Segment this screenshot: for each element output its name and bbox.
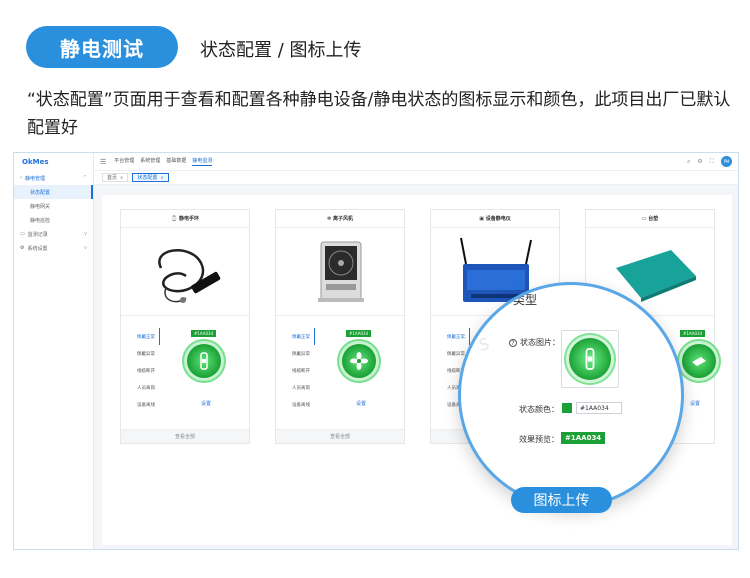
state-item[interactable]: 线缆断开	[292, 362, 315, 379]
tab-bar: 首页 × 状态配置 ×	[94, 171, 738, 185]
color-input[interactable]: #1AA034	[576, 402, 622, 414]
preview-badge: #1AA034	[561, 432, 606, 444]
top-nav: 平台管理 系统管理 基础数据 静电监测	[114, 157, 213, 166]
set-link[interactable]: 设置	[356, 400, 366, 407]
state-item[interactable]: 佩戴正常	[292, 328, 315, 345]
magnifier-partial-title: 类型	[513, 293, 538, 307]
sidebar-item-label: 状态配置	[30, 189, 51, 196]
state-item[interactable]: 线缆断开	[137, 362, 160, 379]
tab-home[interactable]: 首页 ×	[102, 173, 129, 182]
color-swatch[interactable]	[562, 403, 572, 413]
card-title: ▭ 台垫	[586, 210, 714, 228]
search-icon[interactable]: ⌕	[687, 158, 690, 166]
sidebar-group-system[interactable]: ⚙ 系统设置 v	[14, 241, 93, 255]
close-icon[interactable]: ×	[160, 175, 163, 180]
status-badge: #1AA034	[680, 330, 706, 337]
wrist-strap-image	[158, 249, 221, 303]
preview-label: 效果预览：	[519, 435, 559, 444]
meter-small-icon: ▣	[479, 215, 484, 222]
chevron-down-icon: v	[84, 231, 87, 237]
card-title-text: 台垫	[648, 216, 659, 222]
ion-fan-image	[318, 241, 364, 302]
sidebar-group-static[interactable]: ‹ 静电管理 ^	[14, 171, 93, 185]
monitor-icon: ▭	[20, 231, 25, 237]
card-title: ⌚ 静电手环	[121, 210, 249, 228]
chevron-up-icon: ^	[82, 175, 87, 181]
topbar-actions: ⌕ ⚙ ⛶ PM	[687, 156, 732, 167]
state-item[interactable]: 佩戴正常	[447, 328, 470, 345]
set-link[interactable]: 设置	[690, 400, 700, 407]
wrist-strap-status-icon	[569, 338, 611, 380]
top-nav-item[interactable]: 系统管理	[140, 157, 160, 166]
help-icon[interactable]: ?	[509, 339, 517, 347]
card-footer[interactable]: 查看全部	[276, 429, 404, 443]
description-text: “状态配置”页面用于查看和配置各种静电设备/静电状态的图标显示和颜色，此项目出厂…	[27, 90, 731, 138]
title-pill: 静电测试	[26, 26, 178, 68]
wrist-strap-small-icon: ⌚	[171, 215, 178, 222]
tab-label: 状态配置	[137, 175, 158, 181]
sidebar-group-label: 静电管理	[25, 175, 46, 182]
magnifier-overlay: 类型 S ? 状态图片： 状态颜色： #1AA034 效果预览： #1AA034	[458, 282, 684, 508]
mat-status-icon	[682, 344, 716, 378]
header-subtitle: 状态配置 / 图标上传	[200, 40, 362, 61]
fan-small-icon: ✻	[327, 215, 332, 222]
tab-label: 首页	[107, 175, 118, 181]
card-title-text: 离子风机	[332, 216, 353, 222]
avatar[interactable]: PM	[721, 156, 732, 167]
close-icon[interactable]: ×	[120, 175, 123, 180]
sidebar: OkMes ‹ 静电管理 ^ 状态配置 静电网关 静电巡检 ▭ 监测记录 v ⚙…	[14, 153, 94, 549]
mat-small-icon: ▭	[641, 215, 647, 222]
status-badge: #1AA034	[346, 330, 372, 337]
menu-icon[interactable]: ☰	[100, 158, 106, 166]
state-item[interactable]: 人员离岗	[292, 379, 315, 396]
fan-status-icon	[342, 344, 376, 378]
upload-label: 图标上传	[511, 487, 612, 513]
pill-title: 静电测试	[60, 36, 144, 61]
gear-icon: ⚙	[20, 245, 25, 251]
state-item[interactable]: 设备离线	[292, 396, 315, 413]
status-badge: #1AA034	[191, 330, 217, 337]
set-link[interactable]: 设置	[201, 400, 211, 407]
card-title: ✻ 离子风机	[276, 210, 404, 228]
sidebar-item-inspection[interactable]: 静电巡检	[14, 213, 93, 227]
state-item[interactable]: 人员离岗	[137, 379, 160, 396]
sidebar-group-monitor[interactable]: ▭ 监测记录 v	[14, 227, 93, 241]
color-label: 状态颜色：	[519, 405, 559, 414]
state-item[interactable]: 佩戴正常	[137, 328, 160, 345]
chevron-down-icon: v	[84, 245, 87, 251]
device-image	[121, 228, 249, 316]
sidebar-group-label: 监测记录	[27, 231, 48, 238]
device-image	[276, 228, 404, 316]
image-label: ? 状态图片：	[509, 337, 560, 348]
tab-status-config[interactable]: 状态配置 ×	[132, 173, 169, 182]
chevron-left-icon: ‹	[20, 175, 22, 181]
sidebar-item-gateway[interactable]: 静电网关	[14, 199, 93, 213]
card-title: ▣ 设备静电仪	[431, 210, 559, 228]
top-nav-item[interactable]: 平台管理	[114, 157, 134, 166]
watermark: S	[477, 334, 492, 355]
topbar: ☰ 平台管理 系统管理 基础数据 静电监测 ⌕ ⚙ ⛶ PM	[94, 153, 738, 171]
sidebar-item-label: 静电巡检	[30, 217, 51, 224]
device-card-wrist-strap: ⌚ 静电手环 佩戴正常 佩戴异常 线缆断开 人员离岗 设备离线 #1AA034	[120, 209, 250, 444]
wrist-strap-status-icon	[187, 344, 221, 378]
card-footer[interactable]: 查看全部	[121, 429, 249, 443]
sidebar-group-label: 系统设置	[27, 245, 48, 252]
status-image-upload[interactable]	[561, 330, 619, 388]
settings-icon[interactable]: ⚙	[697, 158, 702, 165]
state-item[interactable]: 佩戴异常	[292, 345, 315, 362]
top-nav-item-active[interactable]: 静电监测	[192, 157, 213, 166]
state-list: 佩戴正常 佩戴异常 线缆断开 人员离岗 设备离线	[137, 328, 160, 413]
sidebar-item-label: 静电网关	[30, 203, 51, 210]
fullscreen-icon[interactable]: ⛶	[710, 158, 714, 166]
sidebar-item-status-config[interactable]: 状态配置	[14, 185, 93, 199]
state-list: 佩戴正常 佩戴异常 线缆断开 人员离岗 设备离线	[292, 328, 315, 413]
image-label-text: 状态图片：	[520, 338, 560, 347]
device-card-ion-fan: ✻ 离子风机 佩戴正常 佩戴异常 线缆断开 人员离岗 设备离线 #1AA034	[275, 209, 405, 444]
card-title-text: 设备静电仪	[485, 216, 511, 222]
top-nav-item[interactable]: 基础数据	[166, 157, 186, 166]
state-item[interactable]: 佩戴异常	[137, 345, 160, 362]
card-title-text: 静电手环	[178, 216, 199, 222]
app-logo: OkMes	[22, 158, 49, 166]
state-item[interactable]: 设备离线	[137, 396, 160, 413]
